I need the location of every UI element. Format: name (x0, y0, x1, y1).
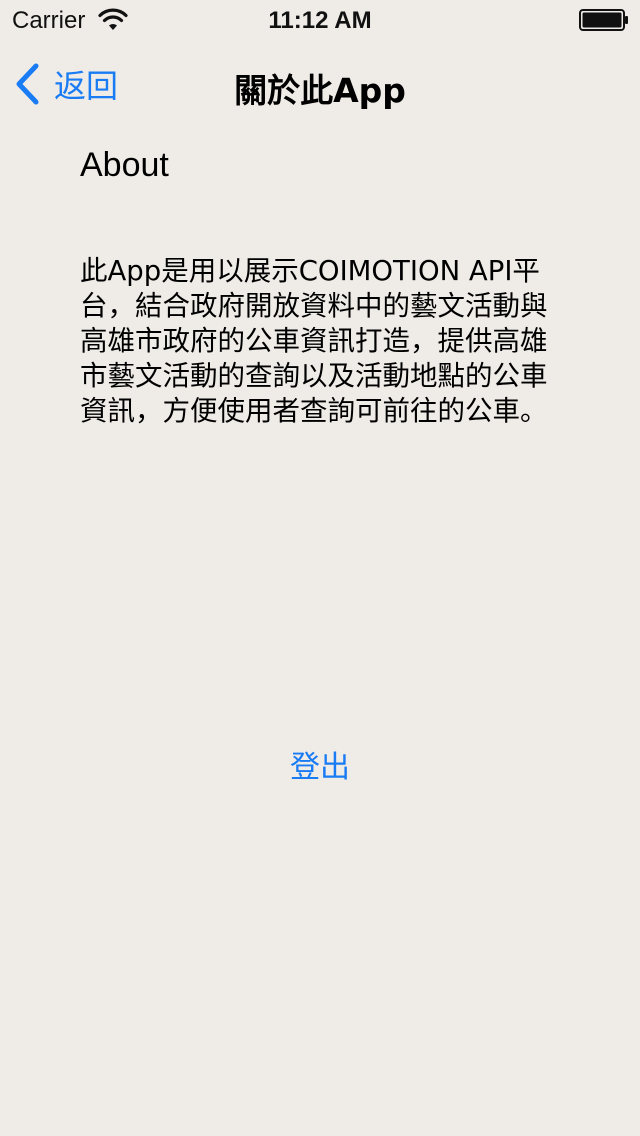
page-title: 關於此App (234, 71, 406, 110)
logout-button[interactable]: 登出 (240, 740, 400, 788)
battery-icon (579, 9, 628, 31)
navigation-bar: 返回 關於此App (0, 40, 640, 128)
status-bar: Carrier 11:12 AM (0, 0, 640, 40)
status-time: 11:12 AM (268, 7, 372, 34)
about-description: 此App是用以展示COIMOTION API平台，結合政府開放資料中的藝文活動與… (80, 255, 548, 427)
about-heading: About (80, 146, 169, 184)
